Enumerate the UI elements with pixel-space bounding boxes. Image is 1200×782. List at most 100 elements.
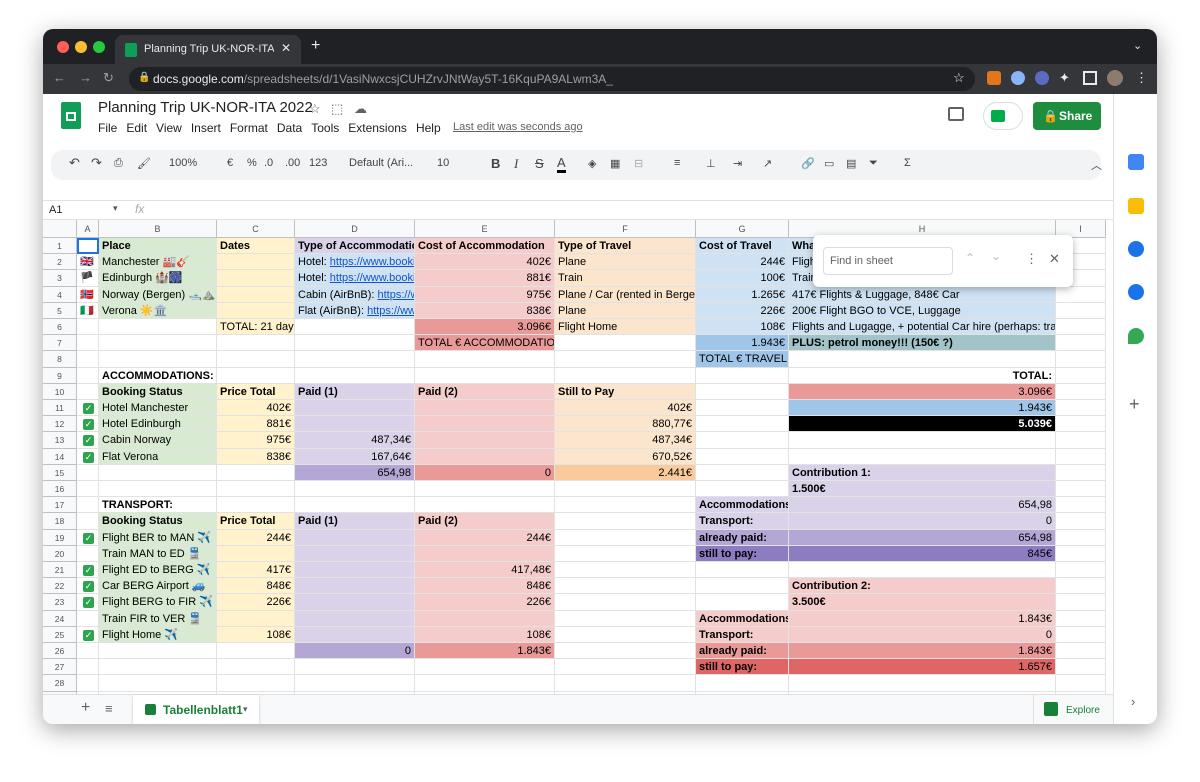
cell-c28[interactable] [217,675,295,692]
menu-help[interactable]: Help [416,121,441,135]
cell-d15[interactable]: 654,98 [295,464,415,481]
row-header-19[interactable]: 19 [43,529,77,546]
cell-b1[interactable]: Place [99,238,217,255]
cell-f15[interactable]: 2.441€ [555,464,696,481]
reload-icon[interactable]: ↻ [103,70,114,86]
insert-chart-icon[interactable]: ▤ [846,157,856,170]
cell-d25[interactable] [295,626,415,643]
sidebar-toggle-icon[interactable] [1083,71,1097,85]
row-header-16[interactable]: 16 [43,481,77,498]
tasks-icon[interactable] [1128,241,1144,257]
cell-b11[interactable]: Hotel Manchester [99,400,217,417]
row-header-18[interactable]: 18 [43,513,77,530]
cell-g11[interactable] [696,400,789,417]
collapse-toolbar-icon[interactable]: ︿ [1091,157,1102,173]
extension-icon[interactable] [1035,71,1049,85]
cell-c13[interactable]: 975€ [217,432,295,449]
cell-a22[interactable]: ✓ [77,578,99,595]
cell-g12[interactable] [696,416,789,433]
cell-f22[interactable] [555,578,696,595]
cell-f8[interactable] [555,351,696,368]
cell-c20[interactable] [217,545,295,562]
menu-extensions[interactable]: Extensions [348,121,407,135]
cell-b25[interactable]: Flight Home ✈️ [99,626,217,643]
cell-b27[interactable] [99,659,217,676]
cell-d28[interactable] [295,675,415,692]
cell-h14[interactable] [789,448,1056,465]
share-button[interactable]: 🔒 Share [1033,102,1101,130]
cell-c5[interactable] [217,302,295,319]
cell-e12[interactable] [415,416,555,433]
maps-icon[interactable] [1128,328,1144,344]
cell-h28[interactable] [789,675,1056,692]
cell-h13[interactable] [789,432,1056,449]
cell-f24[interactable] [555,610,696,627]
keep-icon[interactable] [1128,198,1144,214]
cell-e4[interactable]: 975€ [415,286,555,303]
cell-g27[interactable]: still to pay: [696,659,789,676]
cell-h19[interactable]: 654,98 [789,529,1056,546]
row-header-27[interactable]: 27 [43,659,77,676]
cell-c9[interactable] [217,367,295,384]
checkbox-checked-icon[interactable]: ✓ [83,565,94,576]
explore-button[interactable]: Explore [1033,695,1113,724]
undo-icon[interactable]: ↶ [69,155,80,171]
checkbox-checked-icon[interactable]: ✓ [83,403,94,414]
row-header-26[interactable]: 26 [43,643,77,660]
cell-f25[interactable] [555,626,696,643]
row-header-5[interactable]: 5 [43,302,77,319]
cell-e27[interactable] [415,659,555,676]
cell-d1[interactable]: Type of Accommodation [295,238,415,255]
cell-f27[interactable] [555,659,696,676]
cell-b4[interactable]: Norway (Bergen) 🛥️⛰️ [99,286,217,303]
checkbox-checked-icon[interactable]: ✓ [83,629,94,641]
cell-g22[interactable] [696,578,789,595]
cell-g2[interactable]: 244€ [696,254,789,271]
cell-d18[interactable]: Paid (1) [295,513,415,530]
cell-i20[interactable] [1056,545,1106,562]
cell-e9[interactable] [415,367,555,384]
cell-g17[interactable]: Accommodations: [696,497,789,514]
cell-i15[interactable] [1056,464,1106,481]
merge-cells-icon[interactable]: ⊟ [634,157,643,170]
row-header-12[interactable]: 12 [43,416,77,433]
row-header-15[interactable]: 15 [43,464,77,481]
extension-icon[interactable] [1011,71,1025,85]
cell-i17[interactable] [1056,497,1106,514]
cell-b23[interactable]: Flight BERG to FIR ✈️ [99,594,217,611]
minimize-window-dot[interactable] [75,41,87,53]
forward-icon[interactable]: → [79,70,92,85]
cell-c17[interactable] [217,497,295,514]
comments-icon[interactable] [948,107,964,121]
row-header-17[interactable]: 17 [43,497,77,514]
cell-a7[interactable] [77,335,99,352]
row-header-9[interactable]: 9 [43,367,77,384]
cell-f13[interactable]: 487,34€ [555,432,696,449]
cell-c10[interactable]: Price Total [217,383,295,400]
insert-comment-icon[interactable]: ▭ [824,157,834,170]
cell-b16[interactable] [99,481,217,498]
cell-b18[interactable]: Booking Status [99,513,217,530]
cell-a4[interactable]: 🇳🇴 [77,286,99,303]
cell-a5[interactable]: 🇮🇹 [77,302,99,319]
menu-data[interactable]: Data [277,121,302,135]
cell-c14[interactable]: 838€ [217,448,295,465]
row-header-2[interactable]: 2 [43,254,77,271]
cell-e5[interactable]: 838€ [415,302,555,319]
all-sheets-icon[interactable]: ≡ [105,701,113,716]
row-header-23[interactable]: 23 [43,594,77,611]
cell-i13[interactable] [1056,432,1106,449]
cell-d2[interactable]: Hotel: https://www.booking [295,254,415,271]
cell-f28[interactable] [555,675,696,692]
cell-b5[interactable]: Verona ☀️🏛️ [99,302,217,319]
cell-a10[interactable] [77,383,99,400]
cell-c7[interactable] [217,335,295,352]
cell-e6[interactable]: 3.096€ [415,319,555,336]
cell-d5[interactable]: Flat (AirBnB): https://www [295,302,415,319]
align-vertical-icon[interactable]: ⊥ [706,157,716,170]
cell-i5[interactable] [1056,302,1106,319]
cell-h8[interactable] [789,351,1056,368]
close-tab-icon[interactable]: ✕ [281,41,291,55]
paint-format-icon[interactable]: 🖌 [137,157,151,170]
cell-i9[interactable] [1056,367,1106,384]
